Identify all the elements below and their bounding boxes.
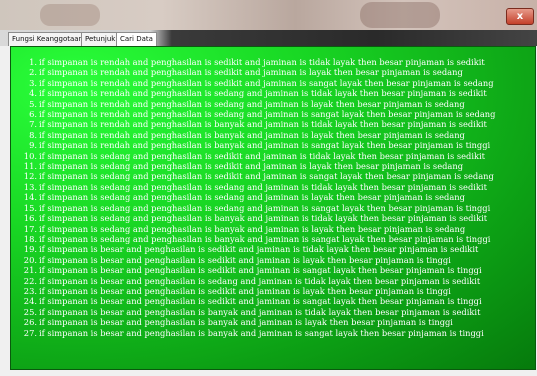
rule-text: if simpanan is rendah and penghasilan is…	[39, 57, 485, 67]
close-icon: x	[516, 11, 524, 22]
rule-number: 27.	[23, 327, 37, 338]
rule-text: if simpanan is besar and penghasilan is …	[39, 317, 453, 328]
rule-number: 2.	[29, 67, 37, 78]
rule-number: 6.	[29, 109, 37, 120]
tab-label: Petunjuk	[85, 35, 116, 43]
rule-text: if simpanan is rendah and penghasilan is…	[39, 129, 465, 140]
rule-number: 24.	[23, 296, 37, 307]
rule-item: 25. if simpanan is besar and penghasilan …	[21, 307, 533, 317]
rule-text: if simpanan is besar and penghasilan is …	[39, 275, 481, 286]
rule-text: if simpanan is besar and penghasilan is …	[39, 296, 482, 307]
rule-text: if simpanan is rendah and penghasilan is…	[39, 67, 463, 78]
tab-petunjuk[interactable]: Petunjuk	[81, 32, 120, 46]
rule-number: 12.	[23, 171, 37, 182]
rule-item: 7. if simpanan is rendah and penghasilan …	[21, 119, 533, 129]
rule-text: if simpanan is rendah and penghasilan is…	[39, 77, 494, 88]
rule-item: 5. if simpanan is rendah and penghasilan …	[21, 99, 533, 109]
rule-item: 8. if simpanan is rendah and penghasilan …	[21, 130, 533, 140]
rule-number: 20.	[23, 254, 37, 265]
tab-label: Cari Data	[120, 35, 153, 43]
rule-number: 17.	[23, 223, 37, 234]
rule-item: 22. if simpanan is besar and penghasilan …	[21, 276, 533, 286]
title-bar-blur	[40, 4, 100, 26]
tab-cari-data[interactable]: Cari Data	[116, 32, 157, 46]
rule-text: if simpanan is sedang and penghasilan is…	[39, 223, 466, 234]
tab-fungsi-keanggotaan[interactable]: Fungsi Keanggotaan	[8, 32, 87, 46]
rule-number: 26.	[23, 317, 37, 328]
rule-item: 21. if simpanan is besar and penghasilan …	[21, 265, 533, 275]
rule-number: 18.	[23, 233, 37, 244]
rule-text: if simpanan is sedang and penghasilan is…	[39, 161, 464, 172]
rule-text: if simpanan is sedang and penghasilan is…	[39, 171, 494, 182]
rule-text: if simpanan is besar and penghasilan is …	[39, 285, 451, 296]
rule-number: 10.	[23, 150, 37, 161]
rule-number: 22.	[23, 275, 37, 286]
tab-label: Fungsi Keanggotaan	[12, 35, 83, 43]
rule-item: 26. if simpanan is besar and penghasilan …	[21, 317, 533, 327]
rule-text: if simpanan is rendah and penghasilan is…	[39, 88, 487, 99]
rule-text: if simpanan is besar and penghasilan is …	[39, 254, 451, 265]
rule-item: 13. if simpanan is sedang and penghasilan…	[21, 182, 533, 192]
rule-text: if simpanan is sedang and penghasilan is…	[39, 233, 491, 244]
rule-number: 11.	[23, 161, 37, 172]
rule-number: 9.	[29, 140, 37, 151]
rule-text: if simpanan is sedang and penghasilan is…	[39, 150, 485, 161]
rule-number: 14.	[23, 192, 37, 203]
tab-bar: Fungsi Keanggotaan Petunjuk Cari Data	[0, 30, 537, 46]
rule-text: if simpanan is sedang and penghasilan is…	[39, 192, 465, 203]
rule-text: if simpanan is rendah and penghasilan is…	[39, 98, 465, 109]
rule-text: if simpanan is besar and penghasilan is …	[39, 244, 479, 255]
rule-item: 1. if simpanan is rendah and penghasilan …	[21, 57, 533, 67]
rule-item: 6. if simpanan is rendah and penghasilan …	[21, 109, 533, 119]
rule-number: 19.	[23, 244, 37, 255]
rule-number: 15.	[23, 202, 37, 213]
rule-text: if simpanan is rendah and penghasilan is…	[39, 109, 496, 120]
rule-item: 14. if simpanan is sedang and penghasilan…	[21, 192, 533, 202]
rule-item: 19. if simpanan is besar and penghasilan …	[21, 244, 533, 254]
rules-panel: 1. if simpanan is rendah and penghasilan …	[10, 46, 536, 370]
rule-number: 8.	[29, 129, 37, 140]
rule-item: 2. if simpanan is rendah and penghasilan …	[21, 67, 533, 77]
rule-text: if simpanan is sedang and penghasilan is…	[39, 181, 487, 192]
rule-item: 27. if simpanan is besar and penghasilan …	[21, 328, 533, 338]
rule-number: 1.	[29, 57, 37, 67]
rule-text: if simpanan is rendah and penghasilan is…	[39, 140, 491, 151]
rule-number: 7.	[29, 119, 37, 130]
rule-item: 24. if simpanan is besar and penghasilan …	[21, 296, 533, 306]
rule-item: 15. if simpanan is sedang and penghasilan…	[21, 203, 533, 213]
rule-text: if simpanan is besar and penghasilan is …	[39, 306, 481, 317]
rule-item: 3. if simpanan is rendah and penghasilan …	[21, 78, 533, 88]
rule-number: 13.	[23, 181, 37, 192]
rule-item: 17. if simpanan is sedang and penghasilan…	[21, 224, 533, 234]
rule-item: 11. if simpanan is sedang and penghasilan…	[21, 161, 533, 171]
title-bar-blur	[360, 2, 440, 28]
title-bar[interactable]: x	[0, 0, 537, 30]
rule-item: 18. if simpanan is sedang and penghasilan…	[21, 234, 533, 244]
rule-text: if simpanan is besar and penghasilan is …	[39, 265, 482, 276]
rule-number: 4.	[29, 88, 37, 99]
rule-item: 10. if simpanan is sedang and penghasilan…	[21, 151, 533, 161]
rule-item: 9. if simpanan is rendah and penghasilan …	[21, 140, 533, 150]
close-button[interactable]: x	[506, 8, 534, 25]
rule-number: 23.	[23, 285, 37, 296]
rule-item: 20. if simpanan is besar and penghasilan …	[21, 255, 533, 265]
rule-item: 12. if simpanan is sedang and penghasilan…	[21, 171, 533, 181]
rule-text: if simpanan is rendah and penghasilan is…	[39, 119, 487, 130]
rule-text: if simpanan is sedang and penghasilan is…	[39, 202, 491, 213]
rule-number: 16.	[23, 213, 37, 224]
rule-number: 5.	[29, 98, 37, 109]
rule-text: if simpanan is besar and penghasilan is …	[39, 327, 484, 338]
rule-text: if simpanan is sedang and penghasilan is…	[39, 213, 488, 224]
rule-number: 21.	[23, 265, 37, 276]
rule-item: 23. if simpanan is besar and penghasilan …	[21, 286, 533, 296]
app-window: x Fungsi Keanggotaan Petunjuk Cari Data …	[0, 0, 537, 376]
rules-list: 1. if simpanan is rendah and penghasilan …	[21, 57, 533, 338]
rule-number: 25.	[23, 306, 37, 317]
rule-number: 3.	[29, 77, 37, 88]
rule-item: 4. if simpanan is rendah and penghasilan …	[21, 88, 533, 98]
rule-item: 16. if simpanan is sedang and penghasilan…	[21, 213, 533, 223]
